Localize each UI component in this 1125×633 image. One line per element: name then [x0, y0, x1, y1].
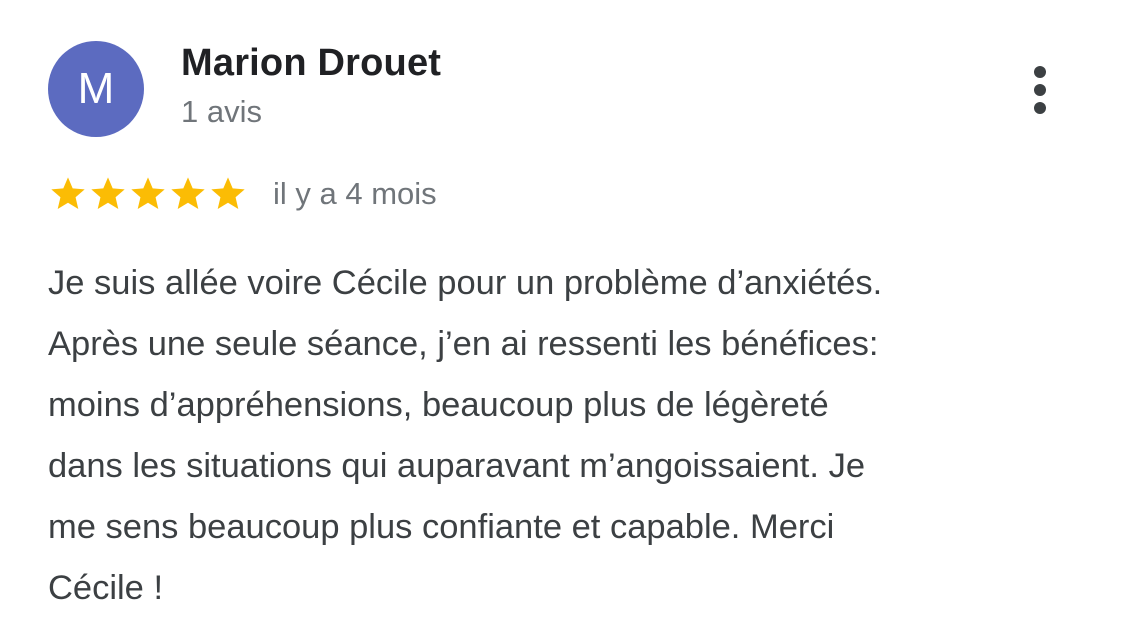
review-text-line: moins d’appréhensions, beaucoup plus de …: [48, 386, 829, 424]
star-rating: [48, 174, 248, 214]
author-review-count: 1 avis: [181, 94, 262, 129]
review-text-line: dans les situations qui auparavant m’ang…: [48, 447, 865, 485]
star-icon: [48, 174, 88, 214]
star-icon: [168, 174, 208, 214]
review-text-line: Je suis allée voire Cécile pour un probl…: [48, 264, 883, 302]
review-text: Je suis allée voire Cécile pour un probl…: [48, 253, 1088, 619]
review-text-line: Cécile !: [48, 569, 164, 607]
star-icon: [208, 174, 248, 214]
review-text-line: me sens beaucoup plus confiante et capab…: [48, 508, 835, 546]
rating-row: il y a 4 mois: [48, 172, 437, 216]
avatar[interactable]: M: [48, 41, 144, 137]
review-text-line: Après une seule séance, j’en ai ressenti…: [48, 325, 879, 363]
star-icon: [88, 174, 128, 214]
review-card: M Marion Drouet 1 avis il y a 4 mois Je …: [0, 0, 1125, 633]
more-options-button[interactable]: [1018, 60, 1064, 120]
star-icon: [128, 174, 168, 214]
author-name[interactable]: Marion Drouet: [181, 42, 441, 85]
review-date: il y a 4 mois: [273, 176, 437, 211]
